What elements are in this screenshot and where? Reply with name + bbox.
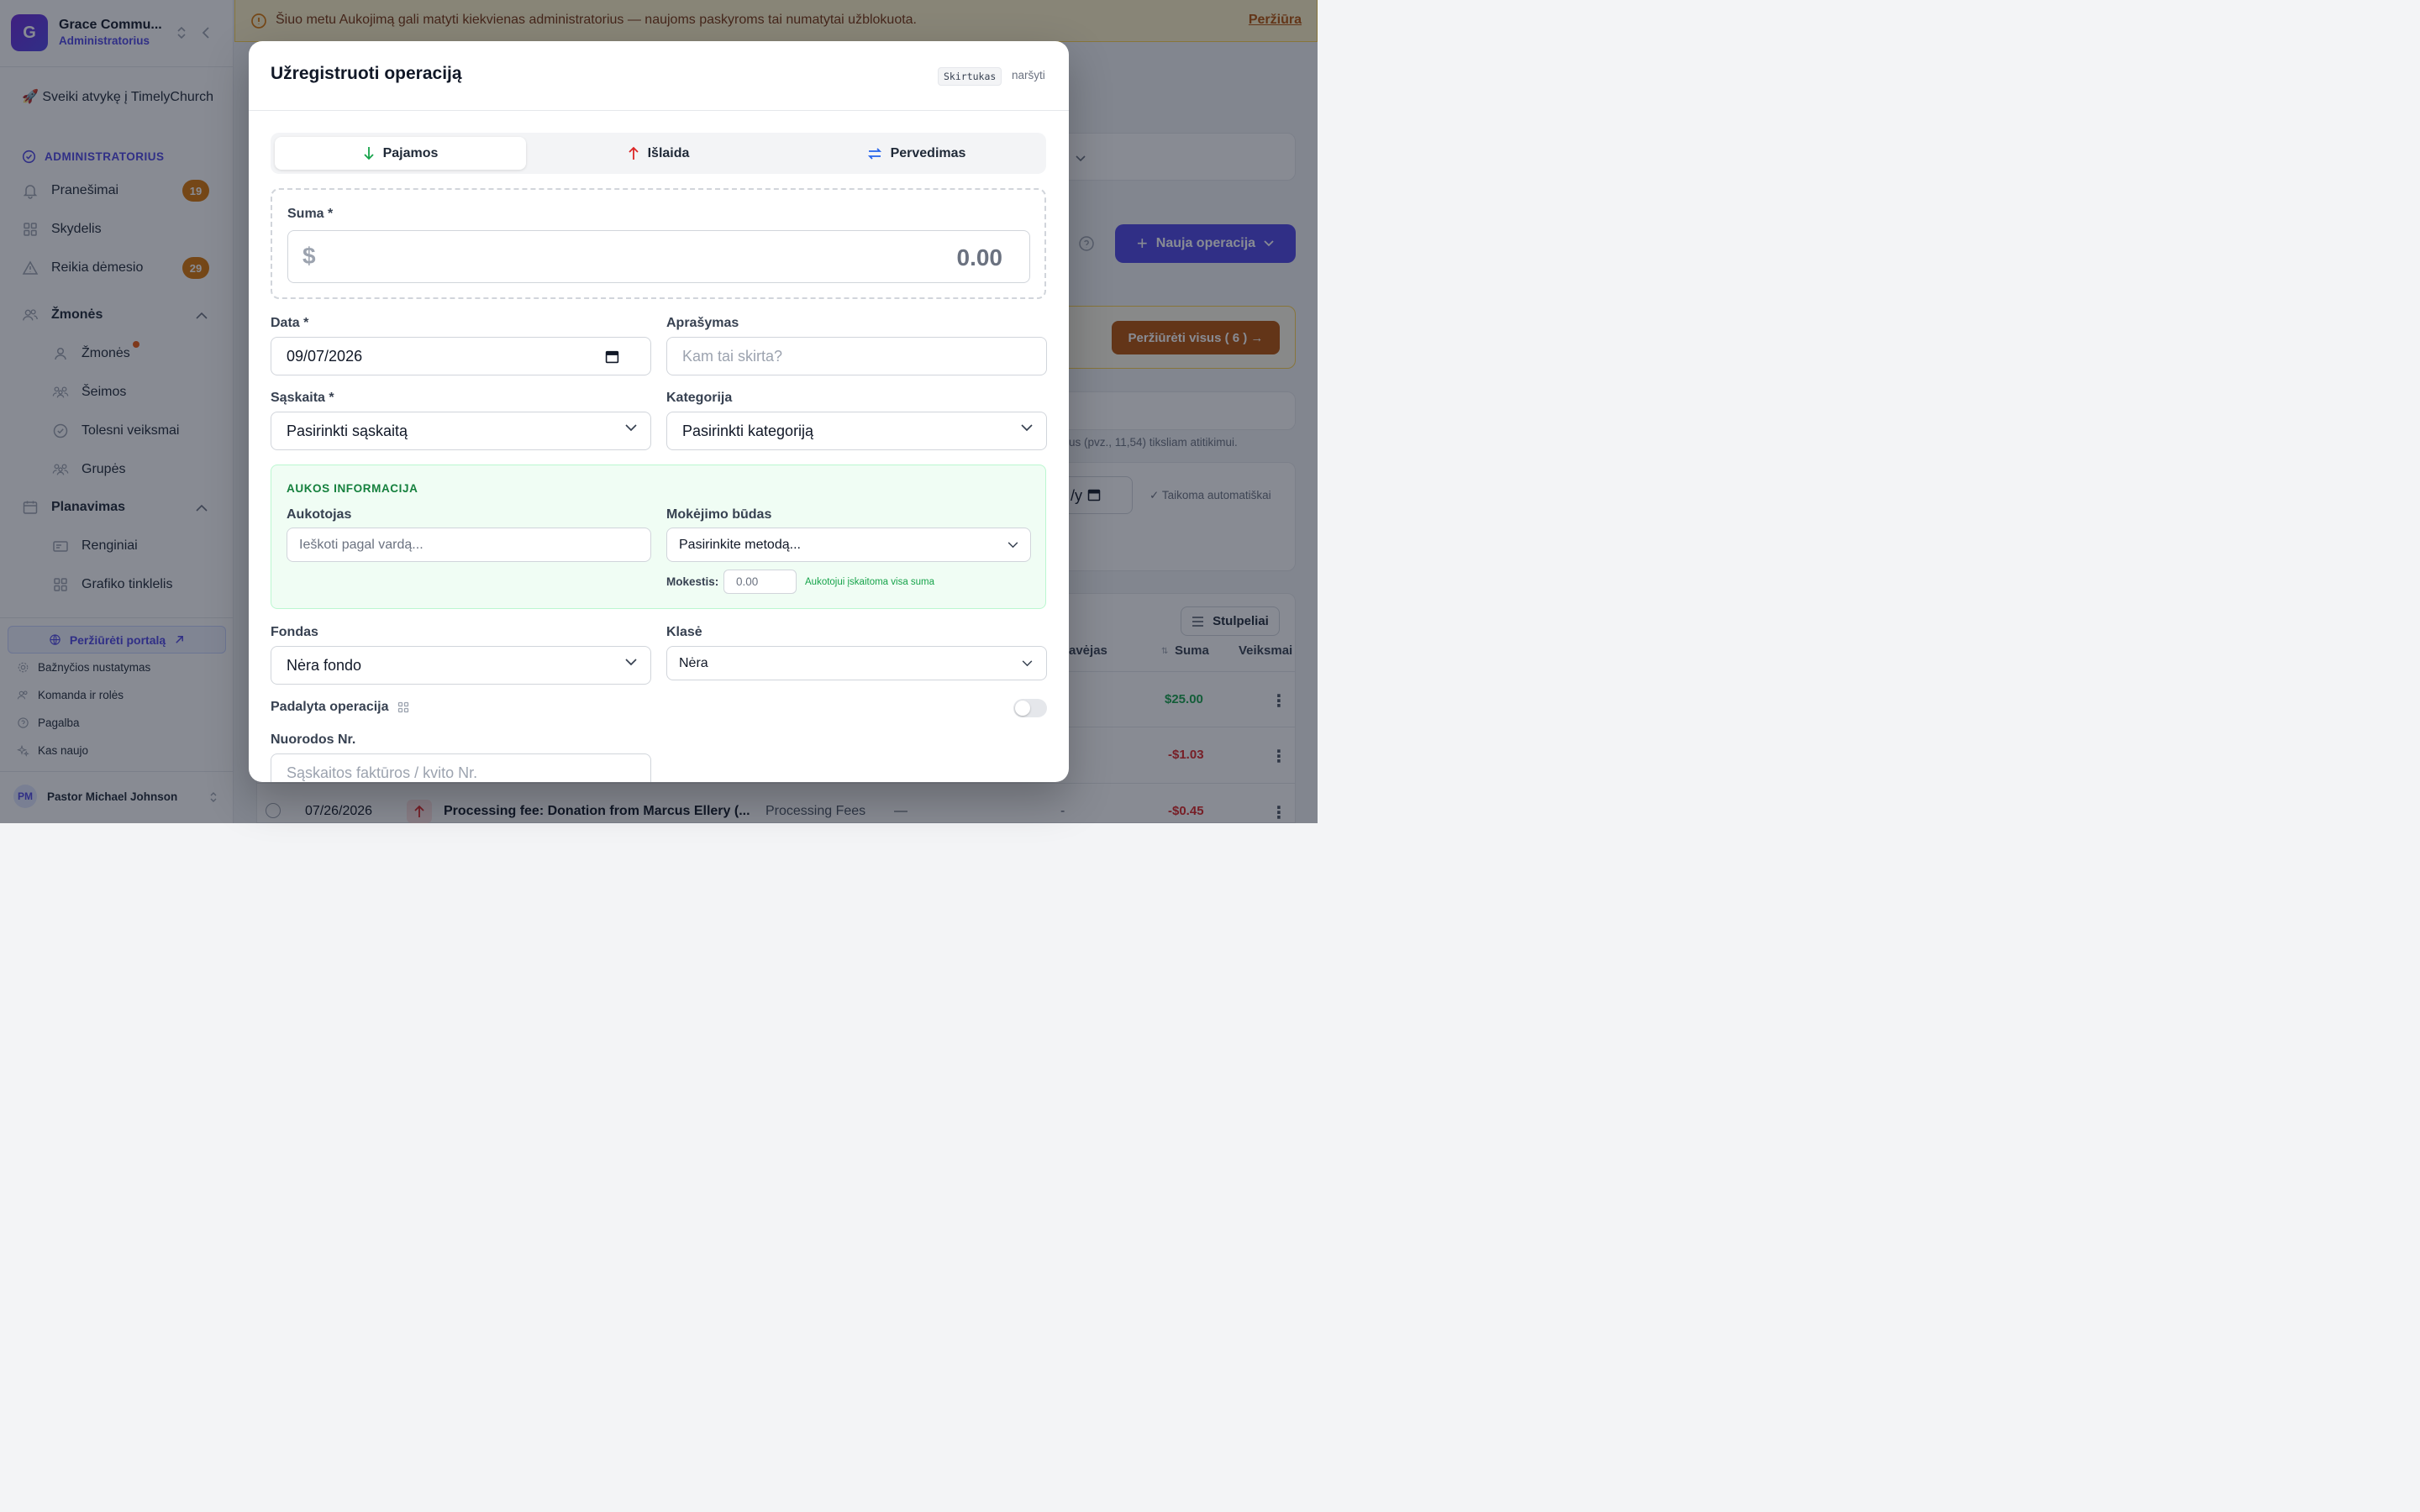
- tab-expense[interactable]: Išlaida: [533, 137, 784, 170]
- fund-label: Fondas: [271, 625, 318, 639]
- fee-input[interactable]: 0.00: [723, 570, 797, 594]
- account-value: Pasirinkti sąskaitą: [287, 422, 408, 439]
- fee-note: Aukotojui įskaitoma visa suma: [805, 577, 935, 587]
- chevron-down-icon: [1022, 660, 1033, 667]
- donor-label: Aukotojas: [287, 507, 352, 522]
- donor-placeholder: Ieškoti pagal vardą...: [299, 537, 424, 552]
- category-label: Kategorija: [666, 391, 733, 405]
- arrow-down-icon: [363, 147, 374, 160]
- operation-type-tabs: Pajamos Išlaida Pervedimas: [271, 133, 1046, 174]
- grid-icon: [397, 701, 408, 713]
- tab-transfer[interactable]: Pervedimas: [791, 137, 1042, 170]
- split-operation-toggle[interactable]: [1013, 699, 1047, 717]
- modal-header-divider: [249, 110, 1069, 111]
- keyboard-hint-text: naršyti: [1012, 69, 1045, 81]
- donor-search-input[interactable]: Ieškoti pagal vardą...: [287, 528, 651, 562]
- category-value: Pasirinkti kategoriją: [682, 422, 814, 439]
- calendar-icon: [605, 350, 619, 364]
- class-label: Klasė: [666, 625, 702, 639]
- reference-label: Nuorodos Nr.: [271, 732, 356, 747]
- class-value: Nėra: [679, 655, 708, 670]
- chevron-down-icon: [1007, 542, 1018, 549]
- fund-value: Nėra fondo: [287, 656, 362, 674]
- fee-value: 0.00: [736, 575, 759, 588]
- fund-select[interactable]: Nėra fondo: [271, 646, 651, 685]
- date-label: Data *: [271, 316, 309, 330]
- tab-income[interactable]: Pajamos: [275, 137, 526, 170]
- fee-label: Mokestis:: [666, 575, 719, 588]
- class-select[interactable]: Nėra: [666, 646, 1047, 680]
- description-placeholder: Kam tai skirta?: [682, 347, 783, 365]
- amount-section: Suma * $ 0.00: [271, 188, 1046, 299]
- payment-method-label: Mokėjimo būdas: [666, 507, 772, 522]
- donation-info-section: AUKOS INFORMACIJA Aukotojas Ieškoti paga…: [271, 465, 1046, 609]
- description-input[interactable]: Kam tai skirta?: [666, 337, 1047, 375]
- donation-info-title: AUKOS INFORMACIJA: [287, 482, 418, 495]
- category-select[interactable]: Pasirinkti kategoriją: [666, 412, 1047, 450]
- payment-method-value: Pasirinkite metodą...: [679, 537, 801, 552]
- date-input[interactable]: 09/07/2026: [271, 337, 651, 375]
- arrow-up-icon: [628, 146, 639, 160]
- chevron-down-icon: [625, 424, 637, 432]
- split-operation-label: Padalyta operacija: [271, 700, 409, 715]
- amount-label: Suma *: [287, 207, 334, 221]
- register-operation-modal: Užregistruoti operaciją Skirtukas naršyt…: [249, 41, 1069, 782]
- account-select[interactable]: Pasirinkti sąskaitą: [271, 412, 651, 450]
- arrows-swap-icon: [867, 147, 881, 160]
- account-label: Sąskaita *: [271, 391, 334, 405]
- modal-title: Užregistruoti operaciją: [271, 64, 462, 83]
- payment-method-select[interactable]: Pasirinkite metodą...: [666, 528, 1031, 562]
- description-label: Aprašymas: [666, 316, 739, 330]
- keyboard-hint-key: Skirtukas: [938, 67, 1002, 86]
- toggle-knob: [1015, 701, 1030, 716]
- currency-symbol: $: [302, 243, 316, 269]
- date-value: 09/07/2026: [287, 347, 363, 365]
- chevron-down-icon: [625, 659, 637, 666]
- amount-input[interactable]: $ 0.00: [287, 230, 1030, 283]
- reference-input[interactable]: Sąskaitos faktūros / kvito Nr.: [271, 753, 651, 782]
- amount-value: 0.00: [956, 244, 1003, 270]
- reference-placeholder: Sąskaitos faktūros / kvito Nr.: [287, 764, 478, 781]
- chevron-down-icon: [1021, 424, 1033, 432]
